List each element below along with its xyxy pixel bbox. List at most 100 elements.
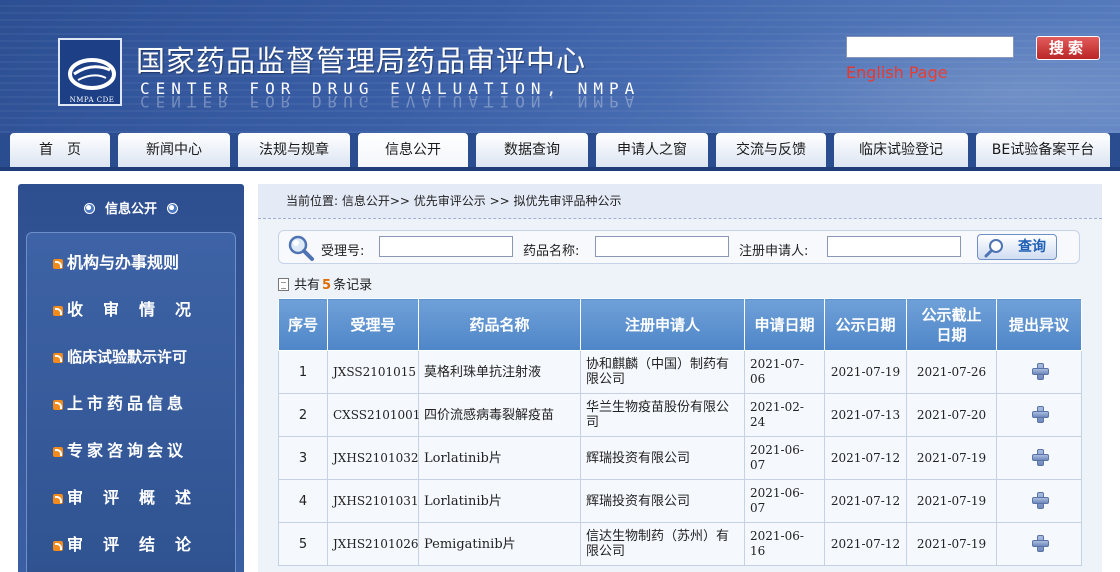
site-title-cn: 国家药品监督管理局药品审评中心 — [136, 44, 587, 78]
nav-tab-feedback[interactable]: 交流与反馈 — [716, 133, 826, 167]
drug-name-cell: 莫格利珠单抗注射液 — [418, 350, 581, 394]
column-header: 受理号 — [327, 298, 419, 351]
bullet-icon — [83, 203, 95, 214]
column-header: 公示截止日期 — [906, 298, 997, 351]
table-row: 1 JXSS2101015 莫格利珠单抗注射液 协和麒麟（中国）制药有限公司 2021-… — [278, 350, 1082, 394]
rss-icon — [53, 494, 63, 504]
objection-cell — [996, 350, 1082, 394]
rss-icon — [53, 259, 63, 269]
publish-date-cell: 2021-07-12 — [824, 479, 907, 523]
accept-no-cell: JXSS2101015 — [327, 350, 419, 394]
objection-cell — [996, 522, 1082, 566]
deadline-cell: 2021-07-19 — [906, 436, 997, 480]
publish-date-cell: 2021-07-13 — [824, 393, 907, 437]
objection-cell — [996, 479, 1082, 523]
column-header: 公示日期 — [824, 298, 907, 351]
sidebar-item-institution[interactable]: 机构与办事规则 — [27, 248, 237, 278]
accept-no-cell: JXHS2101032 — [327, 436, 419, 480]
main-nav: 首 页 新闻中心 法规与规章 信息公开 数据查询 申请人之窗 交流与反馈 临床试… — [0, 133, 1120, 167]
logo-emblem-icon — [68, 58, 116, 90]
deadline-cell: 2021-07-19 — [906, 479, 997, 523]
rss-icon — [53, 353, 63, 363]
table-header-row: 序号 受理号 药品名称 注册申请人 申请日期 公示日期 公示截止日期 提出异议 — [278, 298, 1082, 351]
accept-no-input[interactable] — [379, 236, 513, 257]
sidebar-item-acceptance[interactable]: 收审情况 — [27, 295, 237, 325]
query-button[interactable]: 查询 — [977, 234, 1057, 260]
nav-tab-regulations[interactable]: 法规与规章 — [238, 133, 350, 167]
site-search-button[interactable]: 搜索 — [1036, 36, 1100, 60]
bullet-icon — [167, 203, 178, 214]
nav-tab-be-platform[interactable]: BE试验备案平台 — [976, 133, 1110, 167]
row-number: 1 — [278, 350, 328, 394]
add-objection-plus-icon[interactable] — [1031, 405, 1049, 423]
drug-name-label: 药品名称: — [523, 244, 580, 259]
divider — [258, 218, 1102, 219]
column-header: 序号 — [278, 298, 328, 351]
accept-no-label: 受理号: — [321, 244, 365, 259]
sidebar-item-marketed-drugs[interactable]: 上市药品信息 — [27, 389, 237, 419]
publish-date-cell: 2021-07-12 — [824, 436, 907, 480]
site-search-input[interactable] — [846, 36, 1014, 58]
publish-date-cell: 2021-07-12 — [824, 522, 907, 566]
column-header: 申请日期 — [744, 298, 825, 351]
main-content: 当前位置: 信息公开>> 优先审评公示 >> 拟优先审评品种公示 受理号: 药品… — [258, 184, 1102, 572]
sidebar-item-clinical-license[interactable]: 临床试验默示许可 — [27, 342, 237, 372]
add-objection-plus-icon[interactable] — [1031, 362, 1049, 380]
table-row: 4 JXHS2101031 Lorlatinib片 辉瑞投资有限公司 2021-06-0… — [278, 479, 1082, 523]
english-page-link[interactable]: English Page — [846, 63, 948, 82]
nav-underline — [0, 167, 1120, 171]
sidebar-item-expert-meeting[interactable]: 专家咨询会议 — [27, 436, 237, 466]
document-icon — [278, 278, 289, 291]
rss-icon — [53, 400, 63, 410]
logo-caption: NMPA CDE — [69, 96, 115, 104]
sidebar: 信息公开 机构与办事规则 收审情况 临床试验默示许可 上市药品信息 专家咨询会议… — [18, 184, 244, 572]
drug-name-cell: Lorlatinib片 — [418, 479, 581, 523]
apply-date-cell: 2021-06-16 — [744, 522, 825, 566]
add-objection-plus-icon[interactable] — [1031, 448, 1049, 466]
apply-date-cell: 2021-07-06 — [744, 350, 825, 394]
row-number: 3 — [278, 436, 328, 480]
search-form: 受理号: 药品名称: 注册申请人: 查询 — [278, 230, 1080, 264]
deadline-cell: 2021-07-26 — [906, 350, 997, 394]
sidebar-menu: 机构与办事规则 收审情况 临床试验默示许可 上市药品信息 专家咨询会议 审评概述… — [26, 232, 236, 572]
add-objection-plus-icon[interactable] — [1031, 534, 1049, 552]
nav-tab-home[interactable]: 首 页 — [10, 133, 110, 167]
rss-icon — [53, 541, 63, 551]
row-number: 2 — [278, 393, 328, 437]
add-objection-plus-icon[interactable] — [1031, 491, 1049, 509]
nav-tab-data-query[interactable]: 数据查询 — [476, 133, 588, 167]
rss-icon — [53, 306, 63, 316]
magnifier-icon — [288, 235, 314, 261]
applicant-cell: 协和麒麟（中国）制药有限公司 — [580, 350, 745, 394]
applicant-cell: 辉瑞投资有限公司 — [580, 436, 745, 480]
table-row: 3 JXHS2101032 Lorlatinib片 辉瑞投资有限公司 2021-06-0… — [278, 436, 1082, 480]
sidebar-title: 信息公开 — [18, 184, 244, 230]
applicant-input[interactable] — [827, 236, 961, 257]
sidebar-item-review-conclusion[interactable]: 审评结论 — [27, 530, 237, 560]
applicant-cell: 信达生物制药（苏州）有限公司 — [580, 522, 745, 566]
nav-tab-info-public[interactable]: 信息公开 — [358, 133, 468, 167]
drug-name-cell: Lorlatinib片 — [418, 436, 581, 480]
drug-name-cell: Pemigatinib片 — [418, 522, 581, 566]
site-header: NMPA CDE 国家药品监督管理局药品审评中心 CENTER FOR DRUG… — [0, 0, 1120, 133]
applicant-cell: 华兰生物疫苗股份有限公司 — [580, 393, 745, 437]
drug-name-input[interactable] — [595, 236, 729, 257]
row-number: 4 — [278, 479, 328, 523]
accept-no-cell: JXHS2101026 — [327, 522, 419, 566]
row-number: 5 — [278, 522, 328, 566]
apply-date-cell: 2021-06-07 — [744, 436, 825, 480]
accept-no-cell: CXSS2101001 — [327, 393, 420, 437]
nav-tab-news[interactable]: 新闻中心 — [118, 133, 230, 167]
rss-icon — [53, 447, 63, 457]
applicant-cell: 辉瑞投资有限公司 — [580, 479, 745, 523]
sidebar-item-review-overview[interactable]: 审评概述 — [27, 483, 237, 513]
table-row: 2 CXSS2101001 四价流感病毒裂解疫苗 华兰生物疫苗股份有限公司 2021-0… — [278, 393, 1082, 437]
breadcrumb: 当前位置: 信息公开>> 优先审评公示 >> 拟优先审评品种公示 — [258, 184, 1102, 218]
objection-cell — [996, 393, 1082, 437]
objection-cell — [996, 436, 1082, 480]
table-row: 5 JXHS2101026 Pemigatinib片 信达生物制药（苏州）有限公司 20… — [278, 522, 1082, 566]
deadline-cell: 2021-07-19 — [906, 522, 997, 566]
column-header: 药品名称 — [418, 298, 581, 351]
nav-tab-applicant[interactable]: 申请人之窗 — [596, 133, 708, 167]
nav-tab-clinical-trial[interactable]: 临床试验登记 — [834, 133, 968, 167]
